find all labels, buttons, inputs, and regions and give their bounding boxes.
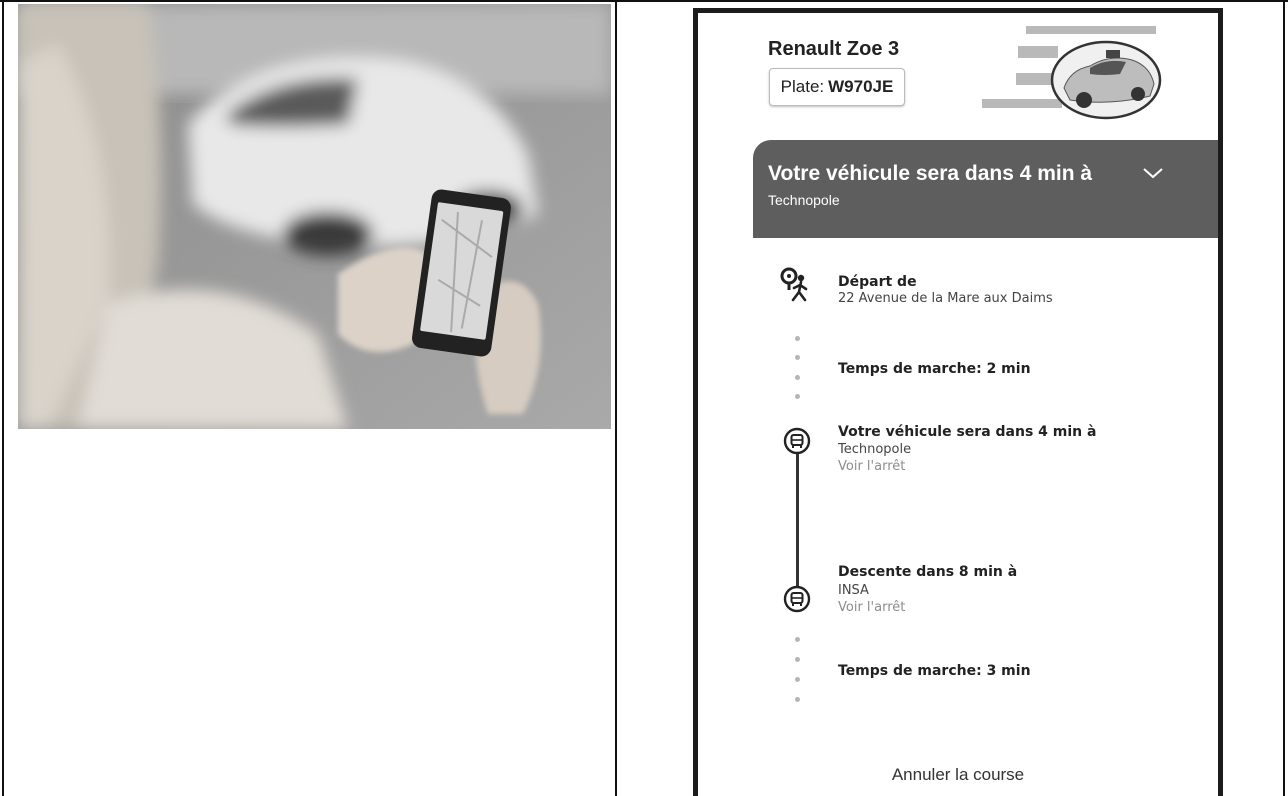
table-border-top xyxy=(0,0,1288,2)
walk-dot xyxy=(795,394,800,399)
eta-banner[interactable]: Votre véhicule sera dans 4 min à Technop… xyxy=(753,140,1218,238)
step-title: Départ de xyxy=(838,274,917,290)
walk-dot xyxy=(795,677,800,682)
walk-dot xyxy=(795,375,800,380)
plate-label: Plate: xyxy=(780,77,825,96)
cancel-ride-button[interactable]: Annuler la course xyxy=(698,765,1218,785)
walk-duration: Temps de marche: 3 min xyxy=(838,663,1031,679)
vehicle-model: Renault Zoe 3 xyxy=(768,38,900,60)
plate-number: W970JE xyxy=(828,77,894,96)
eta-location: Technopole xyxy=(768,192,840,208)
vehicle-header: Renault Zoe 3 Plate: W970JE xyxy=(698,13,1218,143)
walk-dot xyxy=(795,355,800,360)
photo-person-with-phone xyxy=(18,4,611,429)
walk-dot xyxy=(795,697,800,702)
step-address: 22 Avenue de la Mare aux Daims xyxy=(838,291,1053,306)
car-thumbnail-icon xyxy=(1050,40,1162,120)
walk-duration: Temps de marche: 2 min xyxy=(838,361,1031,377)
table-border-right xyxy=(1283,0,1285,796)
walk-dot xyxy=(795,637,800,642)
walking-person-pin-icon xyxy=(780,267,808,302)
ride-line xyxy=(796,454,799,587)
eta-title: Votre véhicule sera dans 4 min à xyxy=(768,162,1093,185)
table-border-left xyxy=(2,0,4,796)
walk-dot xyxy=(795,657,800,662)
bus-stop-icon xyxy=(783,427,811,455)
decor-stripe xyxy=(1026,26,1156,34)
view-pickup-stop-link[interactable]: Voir l'arrêt xyxy=(838,459,905,474)
bus-stop-icon xyxy=(783,585,811,613)
pickup-stop: Technopole xyxy=(838,442,912,457)
chevron-down-icon[interactable] xyxy=(1141,165,1165,181)
plate-badge: Plate: W970JE xyxy=(769,68,905,106)
table-border-middle xyxy=(615,0,617,796)
dropoff-title: Descente dans 8 min à xyxy=(838,564,1018,580)
pickup-title: Votre véhicule sera dans 4 min à xyxy=(838,424,1097,440)
app-screen: Renault Zoe 3 Plate: W970JE Votre véhicul… xyxy=(693,8,1223,796)
dropoff-stop: INSA xyxy=(838,583,869,598)
walk-dot xyxy=(795,336,800,341)
view-dropoff-stop-link[interactable]: Voir l'arrêt xyxy=(838,600,905,615)
